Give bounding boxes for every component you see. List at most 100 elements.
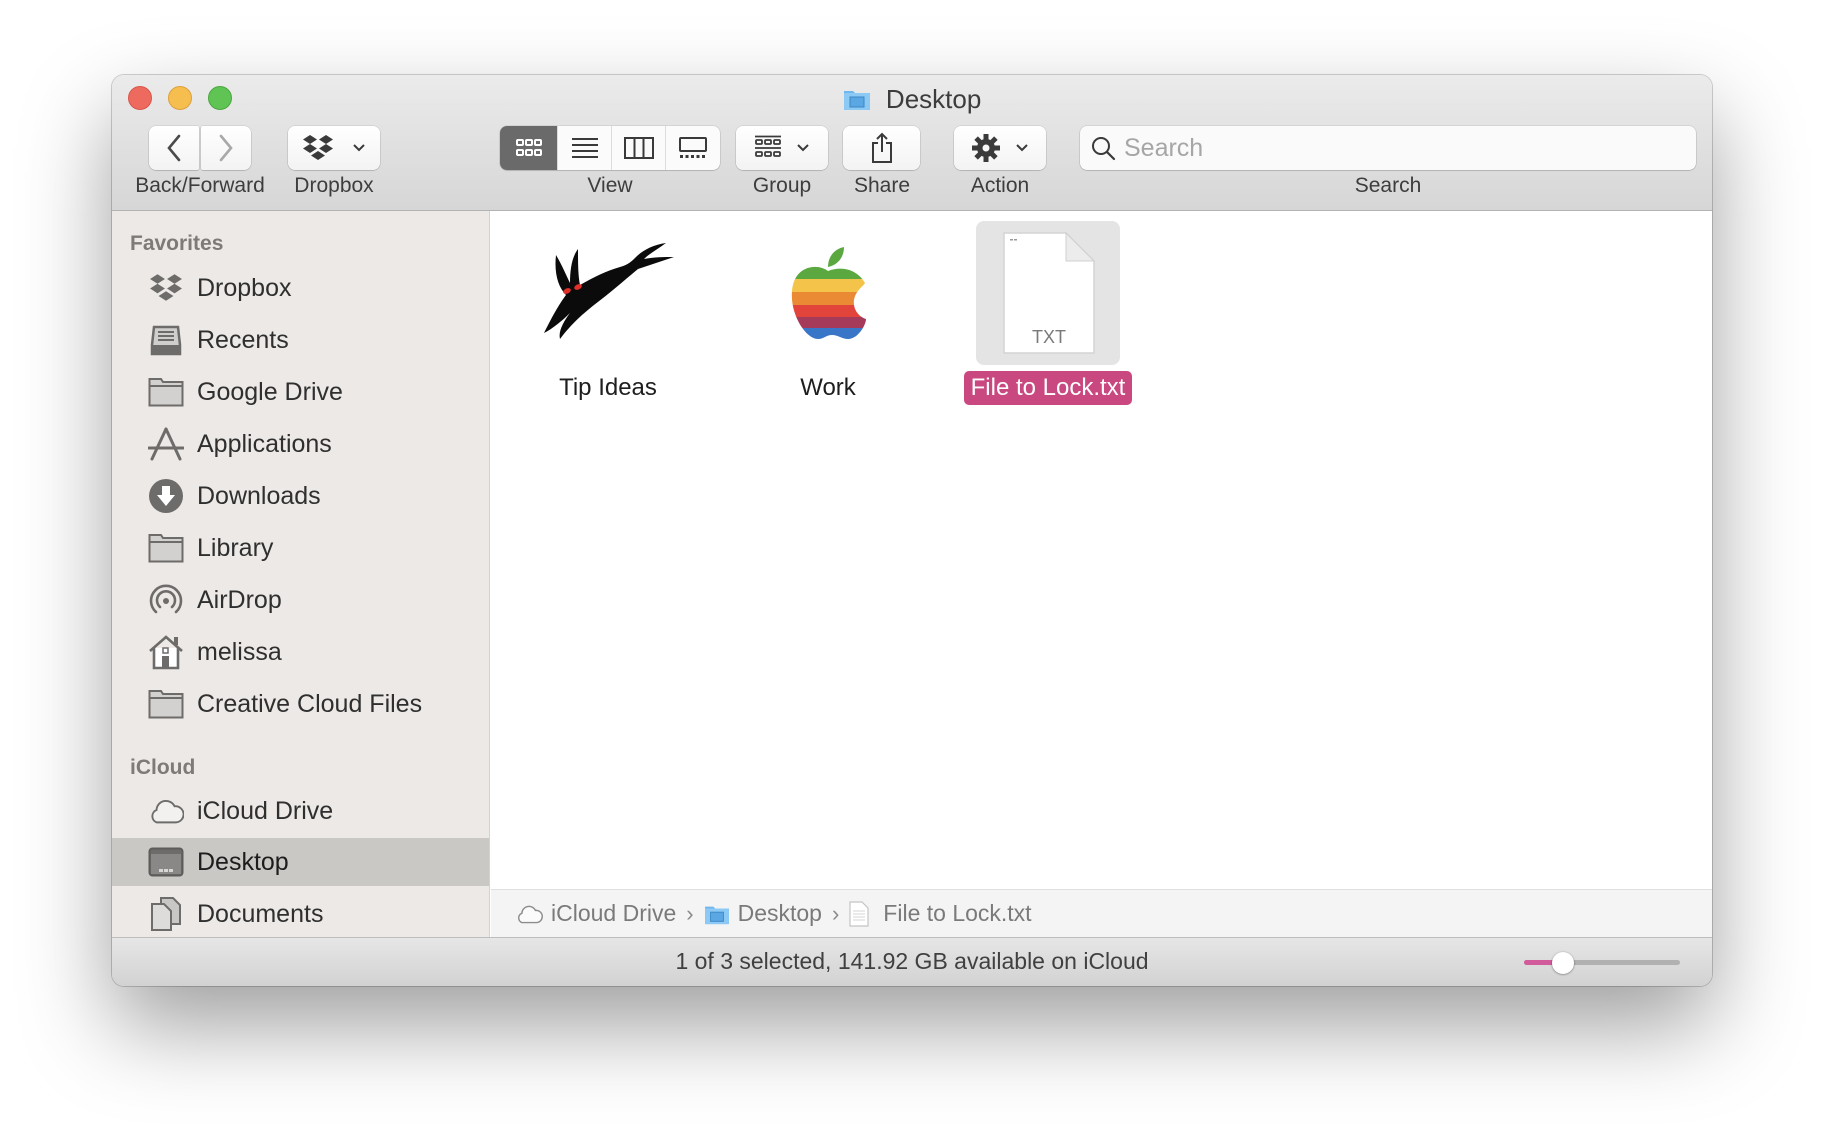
column-view-button[interactable]: [612, 126, 666, 170]
sidebar-item-downloads[interactable]: Downloads: [112, 472, 489, 520]
sidebar-item-airdrop[interactable]: AirDrop: [112, 576, 489, 624]
document-icon: [849, 900, 869, 927]
sidebar-item-library[interactable]: Library: [112, 524, 489, 572]
path-crumb-label: Desktop: [737, 900, 822, 926]
file-name: Work: [800, 374, 856, 401]
share-button[interactable]: [843, 126, 920, 170]
search-input[interactable]: [1124, 133, 1684, 163]
file-name: Tip Ideas: [559, 374, 657, 401]
dropbox-icon: [148, 270, 184, 306]
finder-window: Desktop Back/Forward Dropbox View Group …: [112, 75, 1712, 986]
gear-icon: [972, 134, 1000, 162]
recents-icon: [148, 322, 184, 358]
path-crumb-label: File to Lock.txt: [883, 900, 1032, 926]
search-label: Search: [1354, 174, 1422, 197]
path-crumb-file[interactable]: File to Lock.txt: [849, 900, 1032, 927]
group-button[interactable]: [736, 126, 828, 170]
airdrop-icon: [148, 582, 184, 618]
rabbit-icon: [536, 221, 680, 365]
downloads-icon: [148, 478, 184, 514]
sidebar-item-label: Applications: [197, 429, 332, 458]
sidebar-item-label: Recents: [197, 325, 289, 354]
dropbox-label: Dropbox: [294, 174, 374, 197]
forward-button[interactable]: [201, 126, 251, 170]
path-crumb-icloud-drive[interactable]: iCloud Drive: [515, 900, 676, 927]
dropbox-menu-button[interactable]: [288, 126, 380, 170]
action-button[interactable]: [954, 126, 1046, 170]
status-bar: 1 of 3 selected, 141.92 GB available on …: [112, 937, 1712, 986]
documents-icon: [148, 896, 184, 932]
sidebar-item-applications[interactable]: Applications: [112, 420, 489, 468]
window-title: Desktop: [112, 83, 1712, 115]
file-type-label: TXT: [1032, 327, 1066, 347]
sidebar-item-label: Google Drive: [197, 377, 343, 406]
sidebar-item-documents[interactable]: Documents: [112, 890, 489, 938]
cloud-icon: [515, 904, 543, 924]
home-icon: [148, 634, 184, 670]
sidebar-item-label: iCloud Drive: [197, 796, 334, 825]
rainbow-apple-icon: [756, 221, 900, 365]
sidebar-section-icloud: iCloud: [130, 756, 196, 779]
path-bar: iCloud Drive › Desktop › File to Lock.tx…: [491, 889, 1712, 937]
search-field[interactable]: [1080, 126, 1696, 170]
txt-file-icon: TXT: [976, 221, 1120, 365]
chevron-right-icon: ›: [831, 900, 840, 926]
gallery-view-icon: [679, 137, 707, 158]
sidebar-item-google-drive[interactable]: Google Drive: [112, 368, 489, 416]
desktop-folder-icon: [704, 903, 730, 925]
chevron-down-icon: [1016, 144, 1028, 152]
dropbox-icon: [303, 135, 333, 160]
sidebar-item-recents[interactable]: Recents: [112, 316, 489, 364]
list-view-icon: [571, 138, 598, 158]
desktop-folder-icon: [843, 86, 871, 118]
sidebar-item-desktop[interactable]: Desktop: [112, 838, 489, 886]
sidebar-item-melissa[interactable]: melissa: [112, 628, 489, 676]
sidebar-item-label: Creative Cloud Files: [197, 689, 423, 718]
sidebar-item-icloud-drive[interactable]: iCloud Drive: [112, 787, 489, 835]
file-browser-area[interactable]: Tip Ideas Work TXT File to Lock.txt: [491, 211, 1712, 889]
share-icon: [871, 132, 892, 163]
path-crumb-label: iCloud Drive: [551, 900, 677, 926]
search-icon: [1092, 137, 1116, 161]
sidebar-item-dropbox[interactable]: Dropbox: [112, 264, 489, 312]
folder-icon: [148, 530, 184, 566]
gallery-view-button[interactable]: [666, 126, 720, 170]
chevron-down-icon: [797, 144, 809, 152]
slider-knob[interactable]: [1552, 952, 1574, 974]
sidebar-item-label: Dropbox: [197, 273, 292, 302]
icon-size-slider[interactable]: [1524, 952, 1680, 974]
group-label: Group: [752, 174, 812, 197]
path-crumb-desktop[interactable]: Desktop: [704, 900, 822, 927]
icon-view-icon: [515, 139, 542, 156]
desktop-icon: [148, 844, 184, 880]
back-forward-label: Back/Forward: [135, 174, 265, 197]
list-view-button[interactable]: [558, 126, 612, 170]
file-name: File to Lock.txt: [963, 371, 1133, 405]
action-label: Action: [970, 174, 1030, 197]
sidebar-item-creative-cloud-files[interactable]: Creative Cloud Files: [112, 680, 489, 728]
folder-icon: [148, 374, 184, 410]
sidebar-item-label: Downloads: [197, 481, 321, 510]
status-text: 1 of 3 selected, 141.92 GB available on …: [675, 948, 1149, 974]
view-mode-control: [500, 126, 720, 170]
applications-icon: [148, 426, 184, 462]
chevron-right-icon: [219, 134, 233, 162]
toolbar: Desktop Back/Forward Dropbox View Group …: [112, 75, 1712, 211]
sidebar-item-label: Library: [197, 533, 274, 562]
back-button[interactable]: [149, 126, 199, 170]
sidebar-item-label: melissa: [197, 637, 282, 666]
group-icon: [755, 135, 781, 157]
share-label: Share: [853, 174, 911, 197]
sidebar-item-label: Desktop: [197, 847, 289, 876]
cloud-icon: [148, 793, 184, 829]
folder-icon: [148, 686, 184, 722]
chevron-left-icon: [167, 134, 181, 162]
sidebar-item-label: Documents: [197, 899, 324, 928]
window-title-text: Desktop: [885, 84, 982, 114]
chevron-down-icon: [353, 144, 365, 152]
sidebar-section-favorites: Favorites: [130, 232, 224, 255]
sidebar-item-label: AirDrop: [197, 585, 282, 614]
view-label: View: [587, 174, 633, 197]
column-view-icon: [623, 137, 654, 159]
icon-view-button[interactable]: [500, 126, 558, 170]
